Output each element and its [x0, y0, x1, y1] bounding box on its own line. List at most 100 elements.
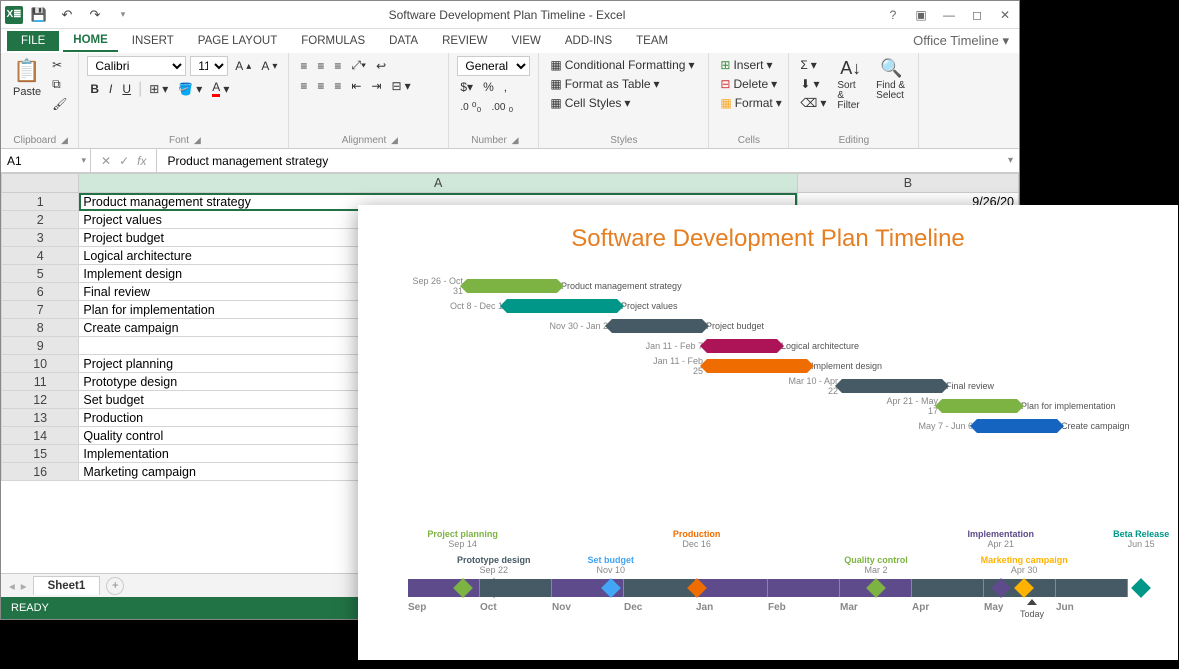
tab-insert[interactable]: INSERT [122, 31, 184, 51]
align-middle-button[interactable]: ≡ [314, 57, 327, 75]
ribbon-group-alignment: ≡ ≡ ≡ ⤢▾ ↩ ≡ ≡ ≡ ⇤ ⇥ ⊟▾ Alignment ◢ [289, 53, 449, 148]
borders-button[interactable]: ⊞▾ [146, 80, 171, 98]
help-icon[interactable]: ? [879, 3, 907, 27]
format-icon: ▦ [720, 96, 731, 110]
increase-decimal-button[interactable]: .0⁰₀ [457, 98, 484, 116]
delete-cells-button[interactable]: ⊟ Delete ▾ [717, 75, 780, 93]
chart-title: Software Development Plan Timeline [388, 225, 1148, 253]
milestone-label: Project planningSep 14 [427, 529, 498, 549]
gantt-task: Apr 21 - May 17Plan for implementation [878, 397, 1116, 415]
fx-icon[interactable]: fx [137, 154, 146, 168]
gantt-task: May 7 - Jun 6Create campaign [913, 417, 1130, 435]
ribbon-group-cells: ⊞ Insert ▾ ⊟ Delete ▾ ▦ Format ▾ Cells [709, 53, 789, 148]
clear-button[interactable]: ⌫▾ [797, 94, 829, 112]
currency-button[interactable]: $▾ [457, 78, 476, 96]
fill-color-button[interactable]: 🪣▾ [175, 80, 205, 98]
window-title: Software Development Plan Timeline - Exc… [389, 8, 626, 22]
font-color-icon: A [212, 80, 220, 97]
ribbon-display-icon[interactable]: ▣ [907, 3, 935, 27]
decrease-indent-button[interactable]: ⇤ [348, 77, 364, 95]
align-right-button[interactable]: ≡ [331, 77, 344, 95]
milestone-label: ProductionDec 16 [673, 529, 721, 549]
gantt-chart: Sep 26 - Oct 31Product management strate… [388, 277, 1148, 457]
format-painter-button[interactable]: 🖌 [49, 95, 70, 113]
bold-button[interactable]: B [87, 80, 102, 98]
name-box[interactable]: A1▾ [1, 149, 91, 172]
align-center-button[interactable]: ≡ [314, 77, 327, 95]
cell-styles-button[interactable]: ▦ Cell Styles ▾ [547, 94, 700, 112]
orientation-button[interactable]: ⤢▾ [348, 56, 369, 75]
paint-bucket-icon: 🪣 [178, 82, 193, 96]
tab-team[interactable]: TEAM [626, 31, 678, 51]
tab-data[interactable]: DATA [379, 31, 428, 51]
sheet-tab-active[interactable]: Sheet1 [33, 576, 101, 595]
align-bottom-button[interactable]: ≡ [331, 57, 344, 75]
insert-cells-button[interactable]: ⊞ Insert ▾ [717, 56, 780, 74]
percent-button[interactable]: % [480, 78, 497, 96]
wrap-text-button[interactable]: ↩ [373, 57, 389, 75]
maximize-button[interactable]: ◻ [963, 3, 991, 27]
tab-page-layout[interactable]: PAGE LAYOUT [188, 31, 287, 51]
enter-formula-icon[interactable]: ✓ [119, 154, 129, 168]
close-button[interactable]: ✕ [991, 3, 1019, 27]
tab-file[interactable]: FILE [7, 31, 59, 51]
increase-font-button[interactable]: A▴ [232, 57, 254, 75]
milestone-label: Marketing campaignApr 30 [981, 555, 1068, 575]
timeline-month-segment: Apr [912, 579, 984, 597]
decrease-font-button[interactable]: A▾ [258, 57, 280, 75]
tab-addins[interactable]: ADD-INS [555, 31, 622, 51]
excel-icon: X≣ [5, 6, 23, 24]
italic-button[interactable]: I [106, 80, 115, 98]
comma-button[interactable]: , [501, 78, 510, 96]
tab-office-timeline[interactable]: Office Timeline ▾ [913, 33, 1009, 49]
align-left-button[interactable]: ≡ [297, 77, 310, 95]
align-top-button[interactable]: ≡ [297, 57, 310, 75]
tab-home[interactable]: HOME [63, 30, 118, 52]
autosum-button[interactable]: Σ▾ [797, 56, 829, 74]
paste-button[interactable]: 📋 Paste [9, 56, 45, 113]
timeline-chart-overlay: Software Development Plan Timeline Sep 2… [358, 205, 1178, 660]
dialog-launcher-icon[interactable]: ◢ [61, 135, 68, 145]
copy-button[interactable]: ⧉ [49, 75, 70, 94]
format-as-table-button[interactable]: ▦ Format as Table ▾ [547, 75, 700, 93]
sheet-nav-next-icon[interactable]: ▸ [21, 579, 27, 593]
underline-button[interactable]: U [119, 80, 134, 98]
format-cells-button[interactable]: ▦ Format ▾ [717, 94, 780, 112]
cut-button[interactable]: ✂ [49, 56, 70, 74]
fill-button[interactable]: ⬇▾ [797, 75, 829, 93]
tab-formulas[interactable]: FORMULAS [291, 31, 375, 51]
merge-center-button[interactable]: ⊟▾ [389, 77, 414, 95]
find-select-button[interactable]: 🔍 Find & Select [872, 56, 910, 113]
timeline-area: SepOctNovDecJanFebMarAprMayJun Project p… [388, 467, 1148, 627]
ribbon-group-editing: Σ▾ ⬇▾ ⌫▾ A↓ Sort & Filter 🔍 Find & Selec… [789, 53, 919, 148]
brush-icon: 🖌 [52, 97, 67, 111]
redo-button[interactable]: ↷ [83, 4, 107, 26]
font-color-button[interactable]: A▾ [209, 78, 232, 99]
sort-filter-button[interactable]: A↓ Sort & Filter [833, 56, 868, 113]
decrease-decimal-button[interactable]: .00₀ [489, 98, 517, 116]
expand-formula-bar-icon[interactable]: ▾ [1002, 155, 1019, 166]
milestone-label: Set budgetNov 10 [588, 555, 635, 575]
dialog-launcher-icon[interactable]: ◢ [512, 135, 519, 145]
increase-indent-button[interactable]: ⇥ [368, 77, 384, 95]
font-name-combo[interactable]: Calibri [87, 56, 186, 76]
eraser-icon: ⌫ [800, 96, 817, 110]
add-sheet-button[interactable]: + [106, 577, 124, 595]
dialog-launcher-icon[interactable]: ◢ [194, 135, 201, 145]
sheet-nav-prev-icon[interactable]: ◂ [9, 579, 15, 593]
font-size-combo[interactable]: 11 [190, 56, 228, 76]
sigma-icon: Σ [800, 58, 807, 72]
undo-button[interactable]: ↶ [55, 4, 79, 26]
dialog-launcher-icon[interactable]: ◢ [391, 135, 398, 145]
ribbon-group-clipboard: 📋 Paste ✂ ⧉ 🖌 Clipboard ◢ [1, 53, 79, 148]
tab-review[interactable]: REVIEW [432, 31, 497, 51]
tab-view[interactable]: VIEW [501, 31, 550, 51]
formula-input[interactable] [157, 149, 1002, 172]
delete-icon: ⊟ [720, 77, 730, 91]
save-button[interactable]: 💾 [27, 4, 51, 26]
qat-customize-icon[interactable]: ▾ [111, 4, 135, 26]
minimize-button[interactable]: — [935, 3, 963, 27]
number-format-combo[interactable]: General [457, 56, 530, 76]
conditional-formatting-button[interactable]: ▦ Conditional Formatting ▾ [547, 56, 700, 74]
cancel-formula-icon[interactable]: ✕ [101, 154, 111, 168]
